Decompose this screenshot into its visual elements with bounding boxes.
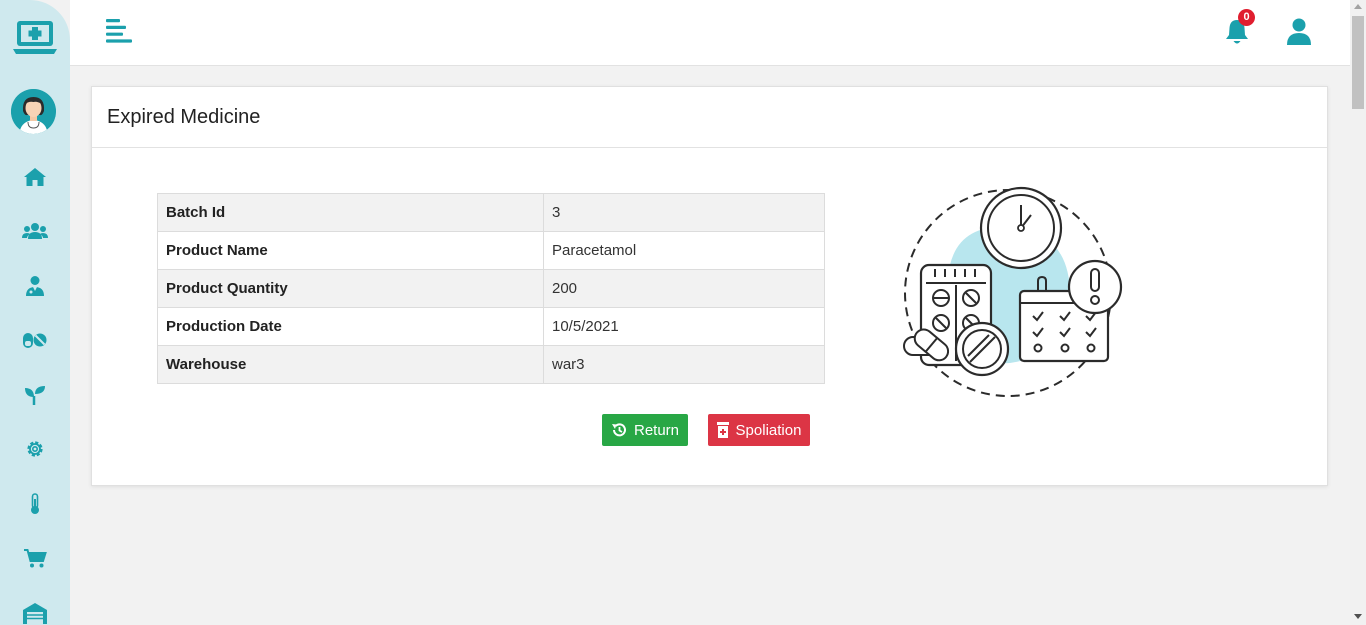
page-title: Expired Medicine xyxy=(107,105,261,128)
doctor-avatar[interactable] xyxy=(11,89,56,134)
gear-icon xyxy=(27,441,43,457)
card-header: Expired Medicine xyxy=(92,87,1327,148)
row-label: Production Date xyxy=(157,307,544,346)
table-row: Production Date 10/5/2021 xyxy=(157,307,825,346)
pills-icon xyxy=(23,333,47,348)
row-value: war3 xyxy=(543,345,825,384)
cart-icon xyxy=(24,549,47,568)
sidebar-item-doctors[interactable] xyxy=(20,271,50,301)
hospital-laptop-icon[interactable] xyxy=(13,19,57,57)
sidebar-item-temperature[interactable] xyxy=(20,489,50,519)
sidebar xyxy=(0,0,70,625)
warehouse-icon xyxy=(23,603,47,624)
history-icon xyxy=(611,423,626,437)
table-row: Product Quantity 200 xyxy=(157,269,825,308)
doctor-icon xyxy=(26,276,44,296)
sidebar-item-orders[interactable] xyxy=(20,543,50,573)
scroll-up-icon[interactable] xyxy=(1354,4,1362,9)
thermometer-icon xyxy=(31,493,39,514)
scrollbar-thumb[interactable] xyxy=(1352,16,1364,109)
sidebar-item-home[interactable] xyxy=(20,162,50,192)
row-value: 200 xyxy=(543,269,825,308)
return-label: Return xyxy=(633,421,680,439)
expired-medicine-illustration xyxy=(900,185,1128,401)
table-row: Batch Id 3 xyxy=(157,193,825,232)
users-icon xyxy=(22,223,48,239)
row-label: Batch Id xyxy=(157,193,544,232)
home-icon xyxy=(24,168,46,186)
sidebar-item-settings[interactable] xyxy=(20,434,50,464)
user-icon[interactable] xyxy=(1286,18,1312,46)
page-scrollbar[interactable] xyxy=(1350,0,1366,625)
table-row: Warehouse war3 xyxy=(157,345,825,384)
row-label: Product Quantity xyxy=(157,269,544,308)
seedling-icon xyxy=(25,386,45,405)
notification-badge: 0 xyxy=(1238,9,1255,26)
table-row: Product Name Paracetamol xyxy=(157,231,825,270)
details-table: Batch Id 3 Product Name Paracetamol Prod… xyxy=(157,193,825,384)
row-value: 3 xyxy=(543,193,825,232)
row-label: Warehouse xyxy=(157,345,544,384)
menu-align-icon[interactable] xyxy=(106,19,132,43)
row-value: Paracetamol xyxy=(543,231,825,270)
spoliation-button[interactable]: Spoliation xyxy=(708,414,810,446)
row-value: 10/5/2021 xyxy=(543,307,825,346)
topbar: 0 xyxy=(70,0,1350,66)
expired-medicine-card: Expired Medicine Batch Id 3 Product Name… xyxy=(91,86,1328,486)
return-button[interactable]: Return xyxy=(602,414,688,446)
sidebar-item-warehouse[interactable] xyxy=(20,598,50,625)
sidebar-item-plants[interactable] xyxy=(20,380,50,410)
sidebar-item-users[interactable] xyxy=(20,216,50,246)
sidebar-item-medicines[interactable] xyxy=(20,325,50,355)
spoliation-label: Spoliation xyxy=(735,421,802,439)
prescription-bottle-icon xyxy=(716,422,729,438)
scroll-down-icon[interactable] xyxy=(1354,614,1362,619)
row-label: Product Name xyxy=(157,231,544,270)
